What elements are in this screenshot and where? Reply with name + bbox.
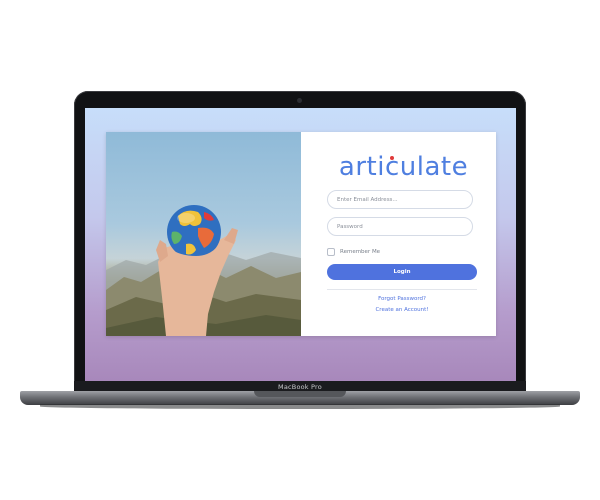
model-label: MacBook Pro — [278, 383, 322, 391]
laptop-notch — [254, 391, 346, 397]
logo-text: articulate — [338, 152, 469, 182]
remember-me-label: Remember Me — [340, 249, 381, 255]
laptop-base-shadow — [40, 404, 560, 409]
login-form: articulate Remember Me Login Forgot Pass… — [301, 132, 496, 336]
laptop-screen: articulate Remember Me Login Forgot Pass… — [85, 108, 516, 381]
create-account-link[interactable]: Create an Account! — [327, 307, 477, 313]
forgot-password-link[interactable]: Forgot Password? — [327, 296, 477, 302]
remember-me-row[interactable]: Remember Me — [327, 248, 380, 256]
divider — [327, 289, 477, 290]
webcam-icon — [297, 98, 302, 103]
remember-me-checkbox[interactable] — [327, 248, 335, 256]
globe-photo-illustration — [106, 205, 301, 336]
login-card: articulate Remember Me Login Forgot Pass… — [106, 132, 496, 336]
email-input[interactable] — [327, 190, 473, 209]
articulate-logo: articulate — [331, 152, 476, 182]
password-input[interactable] — [327, 217, 473, 236]
login-button[interactable]: Login — [327, 264, 477, 280]
logo-red-dot — [390, 156, 394, 160]
hand-holding-globe-image — [106, 132, 301, 336]
